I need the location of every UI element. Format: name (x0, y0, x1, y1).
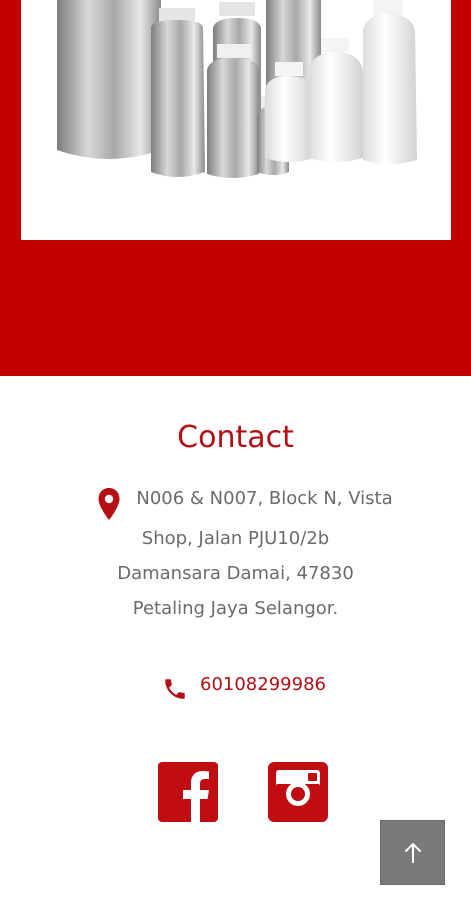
instagram-link[interactable] (268, 762, 328, 822)
product-photo (21, 0, 451, 240)
facebook-icon (158, 762, 218, 822)
address-line-4: Petaling Jaya Selangor. (132, 598, 339, 619)
phone-number-link[interactable]: 60108299986 (200, 674, 326, 695)
address-line-1: N006 & N007, Block N, Vista (136, 488, 393, 509)
instagram-icon (268, 762, 328, 822)
bottles-image (57, 0, 417, 178)
scroll-to-top-button[interactable] (380, 820, 445, 885)
address-line-3: Damansara Damai, 47830 (117, 563, 354, 584)
hero-banner (0, 0, 471, 376)
contact-heading: Contact (177, 420, 294, 455)
address-line-2: Shop, Jalan PJU10/2b (141, 528, 330, 549)
facebook-link[interactable] (158, 762, 218, 822)
phone-icon (165, 679, 185, 699)
arrow-up-icon (404, 842, 421, 863)
